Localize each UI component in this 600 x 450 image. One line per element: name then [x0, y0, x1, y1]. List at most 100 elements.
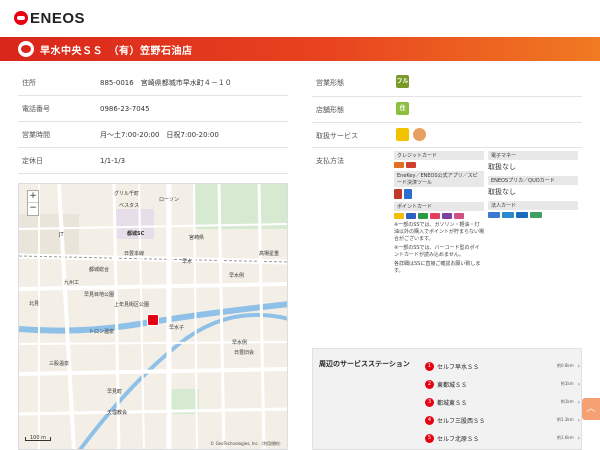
station-map[interactable]: + − グリル千町 ベスタス ローソン 都城SC 宮崎県 都城総合 日豊本線 早…	[18, 183, 288, 450]
detail-key: 店舗形態	[316, 106, 344, 114]
detail-row-payment: 支払方法 クレジットカード EneKey／ENEOS公式アプリ／スピード決済ツー…	[312, 148, 582, 310]
station-distance: 約1.6km	[557, 435, 574, 440]
service-oil-icon	[413, 128, 427, 141]
payment-methods: クレジットカード EneKey／ENEOS公式アプリ／スピード決済ツール ポイン…	[394, 148, 578, 310]
station-map-pin[interactable]	[147, 314, 159, 326]
nearby-stations-title: 周辺のサービスステーション	[319, 360, 410, 368]
station-distance: 約1.3km	[557, 417, 574, 422]
station-distance: 約1km	[560, 381, 574, 386]
eneos-logo-icon	[14, 11, 28, 25]
info-value: 月～土7:00-20:00 日祝7:00-20:00	[100, 130, 219, 139]
ekey-icon	[394, 189, 402, 199]
corporate-card-icon	[516, 212, 528, 218]
chevron-right-icon: ›	[577, 398, 580, 406]
nearby-station-item[interactable]: 1 セルフ早水ＳＳ 約0.8km ›	[425, 357, 580, 375]
credit-card-logos	[394, 162, 484, 168]
detail-row-shop: 店舗形態 住	[312, 97, 582, 123]
map-label: JT	[59, 232, 64, 238]
station-icon	[18, 41, 34, 57]
point-card-header: ポイントカード	[394, 202, 484, 211]
map-label: 早水例	[229, 273, 245, 279]
ekey-logos	[394, 189, 484, 199]
station-detail-table: 営業形態 フル 店舗形態 住 取扱サービス 支払方法 クレジットカード EneK…	[312, 70, 582, 310]
eneos-logo[interactable]: ENEOS	[14, 9, 86, 27]
payment-column-right: 電子マネー 取扱なし ENEOSプリカ／QUOカード 取扱なし 法人カード	[488, 151, 578, 310]
detail-key: 営業形態	[316, 79, 344, 87]
station-name: 東都城ＳＳ	[437, 381, 468, 389]
point-card-icon	[406, 213, 416, 219]
payment-note: 各詳細はSSに直接ご確認お願い致します。	[394, 261, 481, 274]
map-scale: 100 m	[25, 436, 52, 441]
map-label: 上年見街区公園	[114, 302, 150, 308]
corporate-card-icon	[530, 212, 542, 218]
credit-card-icon	[406, 162, 416, 168]
zoom-in-button[interactable]: +	[28, 191, 38, 203]
map-label: 北見	[29, 301, 40, 307]
corporate-card-header: 法人カード	[488, 201, 578, 210]
prepaid-value: 取扱なし	[488, 188, 516, 196]
station-name: セルフ北原ＳＳ	[437, 435, 480, 443]
info-key: 定休日	[22, 156, 43, 165]
station-title: 早水中央ＳＳ （有）笠野石油店	[40, 45, 193, 57]
map-zoom-control: + −	[27, 190, 39, 216]
station-name: セルフ早水ＳＳ	[437, 363, 480, 371]
nearby-station-item[interactable]: 4 セルフ三股西ＳＳ 約1.3km ›	[425, 411, 580, 429]
page-root: ENEOS 早水中央ＳＳ （有）笠野石油店 住所 885-0016 宮崎県都城市…	[0, 0, 600, 450]
payment-column-left: クレジットカード EneKey／ENEOS公式アプリ／スピード決済ツール ポイン…	[394, 151, 484, 310]
detail-row-format: 営業形態 フル	[312, 70, 582, 97]
point-card-icon	[454, 213, 464, 219]
info-value-phone[interactable]: 0986-23-7045	[100, 105, 288, 113]
payment-note: ※一部のSSでは、ガソリン・軽油・灯油以外の購入でポイントが貯まらない場合がござ…	[394, 222, 485, 242]
info-row-hours: 営業時間 月～土7:00-20:00 日祝7:00-20:00	[18, 122, 288, 148]
app-icon	[404, 189, 412, 199]
shop-type-badge: 住	[396, 102, 409, 115]
point-card-icon	[442, 213, 452, 219]
map-label: 三股温泉	[49, 361, 70, 367]
map-label: 都城SC	[127, 231, 145, 237]
chevron-right-icon: ›	[577, 362, 580, 370]
info-key: 電話番号	[22, 104, 50, 113]
map-label: 高場星重	[259, 251, 280, 257]
emoney-header: 電子マネー	[488, 151, 578, 160]
map-label: 日豊本線	[124, 251, 145, 257]
map-label: 早見町	[107, 389, 123, 395]
station-number-marker: 4	[425, 415, 434, 425]
info-key: 住所	[22, 78, 36, 87]
zoom-out-button[interactable]: −	[28, 203, 38, 215]
emoney-value: 取扱なし	[488, 163, 516, 171]
station-number-marker: 5	[425, 433, 434, 443]
detail-key: 支払方法	[316, 157, 344, 165]
nearby-stations-list: 1 セルフ早水ＳＳ 約0.8km › 2 東都城ＳＳ 約1km › 3 都城東Ｓ…	[425, 357, 580, 447]
corporate-card-icon	[502, 212, 514, 218]
info-value: 885-0016 宮崎県都城市早水町４－１０	[100, 78, 232, 87]
map-label: 日豊旧会	[234, 350, 255, 356]
info-row-phone: 電話番号 0986-23-7045	[18, 96, 288, 122]
info-value: 1/1-1/3	[100, 156, 126, 165]
map-label: 天理教会	[107, 410, 128, 416]
nearby-station-item[interactable]: 3 都城東ＳＳ 約1km ›	[425, 393, 580, 411]
corporate-card-icon	[488, 212, 500, 218]
station-name: 都城東ＳＳ	[437, 399, 468, 407]
map-copyright[interactable]: © GeoTechnologies, Inc.（利用規約）	[210, 441, 283, 447]
point-card-icon	[394, 213, 404, 219]
nearby-station-item[interactable]: 2 東都城ＳＳ 約1km ›	[425, 375, 580, 393]
point-card-logos	[394, 213, 484, 219]
station-number-marker: 3	[425, 397, 434, 407]
map-label: グリル千町	[114, 191, 140, 197]
map-label: トロン温泉	[89, 329, 115, 335]
chevron-right-icon: ›	[577, 380, 580, 388]
nearby-station-item[interactable]: 5 セルフ北原ＳＳ 約1.6km ›	[425, 429, 580, 447]
point-card-icon	[418, 213, 428, 219]
credit-card-header: クレジットカード	[394, 151, 484, 160]
point-card-icon	[430, 213, 440, 219]
prepaid-header: ENEOSプリカ／QUOカード	[488, 176, 578, 185]
credit-card-icon	[394, 162, 404, 168]
corporate-card-logos	[488, 212, 578, 218]
top-header: ENEOS	[0, 0, 600, 37]
map-label: 早水例	[232, 340, 248, 346]
station-distance: 約1km	[560, 399, 574, 404]
info-key: 営業時間	[22, 130, 50, 139]
logo-text: ENEOS	[30, 9, 86, 27]
scroll-to-top-button[interactable]: ︿	[582, 398, 600, 420]
map-label: 早見目地公園	[84, 292, 115, 298]
